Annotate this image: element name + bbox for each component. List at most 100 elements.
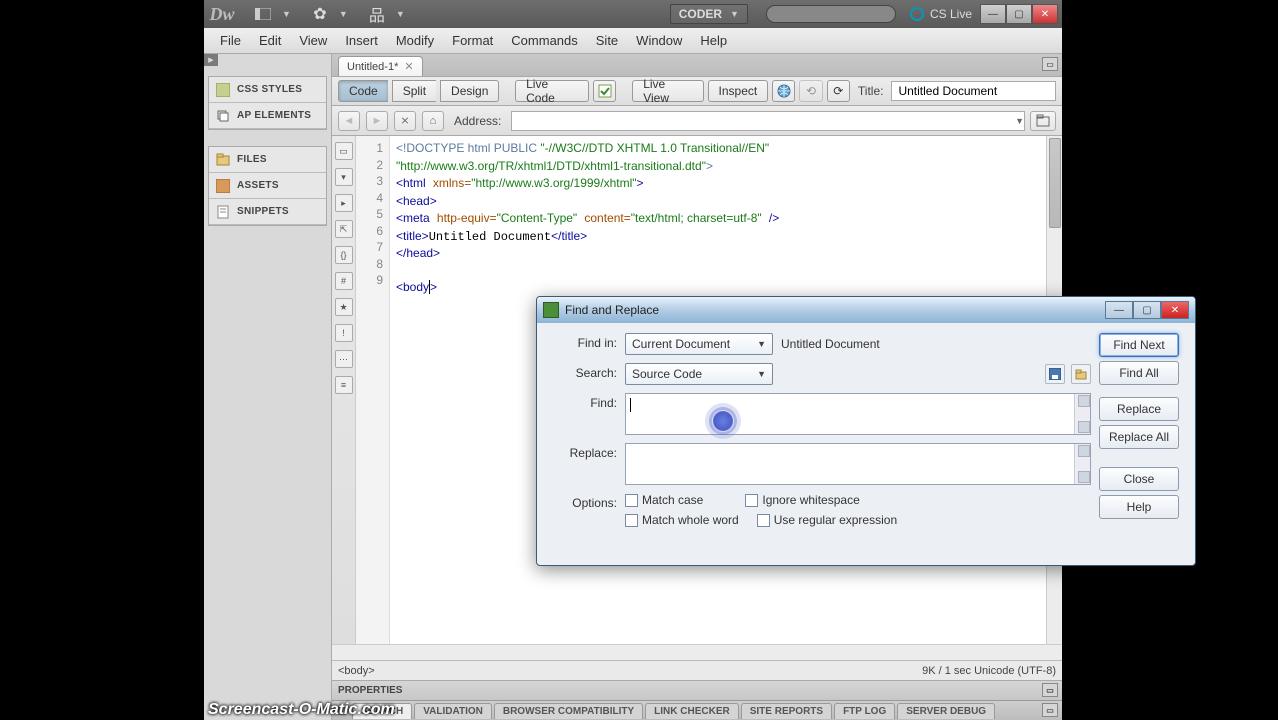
view-split-button[interactable]: Split bbox=[392, 80, 436, 102]
dialog-app-icon bbox=[543, 302, 559, 318]
title-input[interactable] bbox=[891, 81, 1056, 101]
highlight-icon[interactable]: ★ bbox=[335, 298, 353, 316]
balance-braces-icon[interactable]: {} bbox=[335, 246, 353, 264]
panel-ap-elements[interactable]: AP ELEMENTS bbox=[209, 103, 326, 129]
panel-menu-icon[interactable]: ▭ bbox=[1042, 57, 1058, 71]
live-code-button[interactable]: Live Code bbox=[515, 80, 589, 102]
load-query-icon[interactable] bbox=[1071, 364, 1091, 384]
dialog-close-button[interactable]: ✕ bbox=[1161, 301, 1189, 319]
collapse-icon[interactable]: ▾ bbox=[335, 168, 353, 186]
wrap-tag-icon[interactable]: ≡ bbox=[335, 376, 353, 394]
extend-menu[interactable]: ✿ ▼ bbox=[309, 4, 348, 24]
horizontal-scrollbar[interactable] bbox=[332, 644, 1062, 660]
minimize-button[interactable]: — bbox=[980, 4, 1006, 24]
expand-icon[interactable]: ▸ bbox=[335, 194, 353, 212]
view-design-button[interactable]: Design bbox=[440, 80, 499, 102]
panel-snippets[interactable]: SNIPPETS bbox=[209, 199, 326, 225]
menu-view[interactable]: View bbox=[291, 31, 335, 50]
maximize-button[interactable]: ▢ bbox=[1006, 4, 1032, 24]
menu-format[interactable]: Format bbox=[444, 31, 501, 50]
workspace-switcher[interactable]: CODER ▼ bbox=[670, 4, 748, 24]
replace-button[interactable]: Replace bbox=[1099, 397, 1179, 421]
chevron-down-icon[interactable]: ▼ bbox=[1015, 116, 1024, 126]
refresh-icon[interactable]: ⟳ bbox=[827, 80, 850, 102]
close-tab-icon[interactable]: ✕ bbox=[404, 60, 413, 73]
live-view-button[interactable]: Live View bbox=[632, 80, 703, 102]
panel-menu-icon[interactable]: ▭ bbox=[1042, 703, 1058, 717]
view-code-button[interactable]: Code bbox=[338, 80, 388, 102]
tab-validation[interactable]: VALIDATION bbox=[414, 703, 492, 719]
panel-menu-icon[interactable]: ▭ bbox=[1042, 683, 1058, 697]
find-in-select[interactable]: Current Document ▼ bbox=[625, 333, 773, 355]
open-docs-icon[interactable]: ▭ bbox=[335, 142, 353, 160]
layout-menu[interactable]: ▼ bbox=[252, 4, 291, 24]
menu-help[interactable]: Help bbox=[692, 31, 735, 50]
panel-files[interactable]: FILES bbox=[209, 147, 326, 173]
find-all-button[interactable]: Find All bbox=[1099, 361, 1179, 385]
menu-file[interactable]: File bbox=[212, 31, 249, 50]
browser-globe-icon[interactable] bbox=[772, 80, 795, 102]
site-menu[interactable]: 品 ▼ bbox=[366, 4, 405, 24]
tab-server-debug[interactable]: SERVER DEBUG bbox=[897, 703, 995, 719]
dialog-maximize-button[interactable]: ▢ bbox=[1133, 301, 1161, 319]
properties-panel-header[interactable]: PROPERTIES ▭ bbox=[332, 680, 1062, 700]
inspect-button[interactable]: Inspect bbox=[708, 80, 769, 102]
dialog-minimize-button[interactable]: — bbox=[1105, 301, 1133, 319]
dialog-titlebar[interactable]: Find and Replace — ▢ ✕ bbox=[537, 297, 1195, 323]
tab-browser-compat[interactable]: BROWSER COMPATIBILITY bbox=[494, 703, 643, 719]
replace-all-button[interactable]: Replace All bbox=[1099, 425, 1179, 449]
nav-home-icon[interactable]: ⌂ bbox=[422, 111, 444, 131]
tab-ftp-log[interactable]: FTP LOG bbox=[834, 703, 895, 719]
files-icon bbox=[215, 152, 231, 168]
tab-site-reports[interactable]: SITE REPORTS bbox=[741, 703, 832, 719]
tab-link-checker[interactable]: LINK CHECKER bbox=[645, 703, 739, 719]
panel-css-styles[interactable]: CSS STYLES bbox=[209, 77, 326, 103]
address-input[interactable] bbox=[511, 111, 1025, 131]
find-next-button[interactable]: Find Next bbox=[1099, 333, 1179, 357]
save-query-icon[interactable] bbox=[1045, 364, 1065, 384]
close-button[interactable]: ✕ bbox=[1032, 4, 1058, 24]
cs-live-button[interactable]: CS Live bbox=[910, 7, 972, 21]
title-field-label: Title: bbox=[858, 84, 884, 98]
search-select[interactable]: Source Code ▼ bbox=[625, 363, 773, 385]
whole-word-checkbox[interactable]: Match whole word bbox=[625, 513, 739, 527]
menu-edit[interactable]: Edit bbox=[251, 31, 289, 50]
menu-commands[interactable]: Commands bbox=[503, 31, 585, 50]
workspace-label: CODER bbox=[679, 7, 722, 21]
panel-assets[interactable]: ASSETS bbox=[209, 173, 326, 199]
menu-modify[interactable]: Modify bbox=[388, 31, 442, 50]
match-case-checkbox[interactable]: Match case bbox=[625, 493, 703, 507]
tag-path[interactable]: <body> bbox=[338, 665, 375, 677]
menu-window[interactable]: Window bbox=[628, 31, 690, 50]
properties-label: PROPERTIES bbox=[338, 685, 402, 696]
site-icon: 品 bbox=[366, 4, 388, 24]
dock-expand-handle[interactable]: ▶ bbox=[204, 54, 218, 66]
menu-insert[interactable]: Insert bbox=[337, 31, 386, 50]
nav-stop-icon[interactable]: ⨯ bbox=[394, 111, 416, 131]
doc-tab-untitled[interactable]: Untitled-1* ✕ bbox=[338, 56, 423, 76]
find-textarea[interactable] bbox=[625, 393, 1091, 435]
help-button[interactable]: Help bbox=[1099, 495, 1179, 519]
chevron-down-icon: ▼ bbox=[757, 369, 766, 379]
apply-comment-icon[interactable]: ⋯ bbox=[335, 350, 353, 368]
syntax-error-icon[interactable]: ! bbox=[335, 324, 353, 342]
regex-checkbox[interactable]: Use regular expression bbox=[757, 513, 897, 527]
replace-label: Replace: bbox=[549, 443, 617, 460]
chevron-down-icon: ▼ bbox=[282, 9, 291, 19]
assets-icon bbox=[215, 178, 231, 194]
close-dialog-button[interactable]: Close bbox=[1099, 467, 1179, 491]
replace-textarea[interactable] bbox=[625, 443, 1091, 485]
panel-label: AP ELEMENTS bbox=[237, 110, 311, 121]
textarea-scrollbar[interactable] bbox=[1074, 394, 1090, 434]
layers-icon bbox=[215, 108, 231, 124]
check-page-icon[interactable] bbox=[593, 80, 616, 102]
titlebar: Dw ▼ ✿ ▼ 品 ▼ CODER ▼ CS Live — ▢ ✕ bbox=[204, 0, 1062, 28]
textarea-scrollbar[interactable] bbox=[1074, 444, 1090, 484]
file-management-icon[interactable] bbox=[1030, 111, 1056, 131]
menu-site[interactable]: Site bbox=[588, 31, 626, 50]
select-parent-icon[interactable]: ⇱ bbox=[335, 220, 353, 238]
left-dock: ▶ CSS STYLES AP ELEMENTS FILES A bbox=[204, 54, 332, 720]
search-input[interactable] bbox=[766, 5, 896, 23]
line-numbers-icon[interactable]: # bbox=[335, 272, 353, 290]
ignore-whitespace-checkbox[interactable]: Ignore whitespace bbox=[745, 493, 859, 507]
